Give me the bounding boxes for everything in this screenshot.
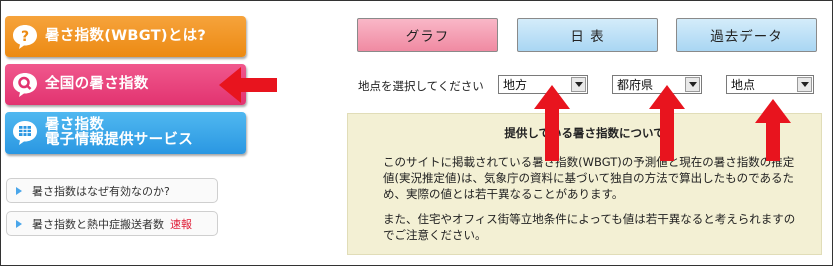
national-index-label: 全国の暑さ指数 bbox=[45, 76, 149, 92]
dropdown-arrow-icon[interactable] bbox=[685, 77, 700, 92]
tab-daily-table[interactable]: 日 表 bbox=[517, 18, 658, 52]
page-frame: ? 暑さ指数(WBGT)とは? 全国の暑さ指数 暑さ指数 電子情報提供サービス … bbox=[0, 0, 833, 266]
svg-text:?: ? bbox=[21, 29, 29, 45]
prefecture-select-value: 都府県 bbox=[617, 78, 654, 92]
info-paragraph-1: このサイトに掲載されている暑さ指数(WBGT)の予測値と現在の暑さ指数の推定値(… bbox=[383, 155, 795, 201]
point-select-value: 地点 bbox=[731, 78, 756, 92]
national-index-button[interactable]: 全国の暑さ指数 bbox=[5, 64, 246, 105]
email-service-line1: 暑さ指数 bbox=[45, 117, 105, 133]
region-select-value: 地方 bbox=[503, 78, 528, 92]
magnifier-bubble-icon bbox=[10, 70, 40, 100]
flash-badge: 速報 bbox=[170, 217, 192, 231]
info-paragraph-2: また、住宅やオフィス街等立地条件によっても値は若干異なると考えられますのでご注意… bbox=[383, 212, 796, 242]
tab-graph[interactable]: グラフ bbox=[357, 18, 498, 52]
why-effective-link[interactable]: 暑さ指数はなぜ有効なのか? bbox=[6, 178, 218, 203]
heatstroke-label: 暑さ指数と熱中症搬送者数 bbox=[32, 217, 164, 231]
wbgt-about-button[interactable]: ? 暑さ指数(WBGT)とは? bbox=[5, 16, 246, 57]
dropdown-arrow-icon[interactable] bbox=[571, 77, 586, 92]
up-arrow-icon bbox=[649, 85, 685, 161]
up-arrow-icon bbox=[534, 85, 570, 161]
select-point-label: 地点を選択してください bbox=[358, 79, 484, 93]
info-title: 提供している暑さ指数について bbox=[504, 126, 665, 140]
why-effective-label: 暑さ指数はなぜ有効なのか? bbox=[32, 184, 170, 198]
email-service-button[interactable]: 暑さ指数 電子情報提供サービス bbox=[5, 112, 246, 154]
email-service-label: 暑さ指数 電子情報提供サービス bbox=[45, 118, 193, 148]
up-arrow-icon bbox=[755, 99, 791, 161]
tab-past-data[interactable]: 過去データ bbox=[676, 18, 817, 52]
heatstroke-link[interactable]: 暑さ指数と熱中症搬送者数 速報 bbox=[6, 211, 218, 236]
info-panel: 提供している暑さ指数について このサイトに掲載されている暑さ指数(WBGT)の予… bbox=[347, 113, 822, 255]
wbgt-about-label: 暑さ指数(WBGT)とは? bbox=[45, 28, 207, 44]
question-bubble-icon: ? bbox=[10, 22, 40, 52]
grid-bubble-icon bbox=[10, 118, 40, 148]
point-select[interactable]: 地点 bbox=[726, 75, 814, 94]
email-service-line2: 電子情報提供サービス bbox=[45, 132, 193, 148]
left-arrow-icon bbox=[219, 67, 277, 103]
dropdown-arrow-icon[interactable] bbox=[797, 77, 812, 92]
triangle-bullet-icon bbox=[16, 186, 22, 195]
triangle-bullet-icon bbox=[16, 219, 22, 228]
